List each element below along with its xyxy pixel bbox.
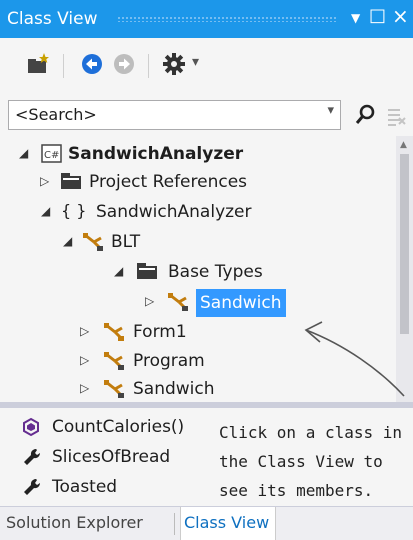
search-input[interactable]: <Search> ▾: [8, 100, 341, 130]
class-icon: [103, 351, 125, 376]
toolbar-separator: [63, 54, 64, 78]
settings-dropdown-icon[interactable]: ▾: [192, 54, 199, 70]
tree-item-sandwich[interactable]: ▷ Sandwich: [0, 376, 395, 402]
toolbar: ▾: [0, 38, 413, 94]
dropdown-icon[interactable]: ▼: [351, 11, 360, 25]
tab-bar: Solution Explorer Class View: [0, 506, 413, 540]
class-icon: [103, 322, 125, 347]
tree-item-sandwichanalyzer-namespace[interactable]: ◢ { } SandwichAnalyzer: [0, 199, 395, 227]
class-view-titlebar: Class View ▼ □ ×: [0, 0, 413, 38]
forward-arrow-icon[interactable]: [112, 52, 136, 80]
tree-item-sandwichanalyzer-project[interactable]: ◢ C# SandwichAnalyzer: [0, 141, 395, 169]
tree-item-label: SandwichAnalyzer: [68, 144, 244, 164]
window-title: Class View: [7, 9, 98, 29]
tree-item-sandwich-base[interactable]: ▷ Sandwich: [0, 289, 395, 317]
expanded-arrow-icon[interactable]: ◢: [41, 204, 50, 218]
search-row: <Search> ▾: [0, 94, 413, 136]
method-icon: [22, 417, 40, 442]
new-folder-icon[interactable]: [26, 52, 50, 80]
class-tree: ◢ C# SandwichAnalyzer ▷ Project Referenc…: [0, 136, 413, 402]
close-icon[interactable]: ×: [392, 4, 409, 28]
expanded-arrow-icon[interactable]: ◢: [63, 234, 72, 248]
annotation-line: the Class View to: [219, 452, 383, 471]
tree-item-label: Program: [133, 351, 205, 371]
back-arrow-icon[interactable]: [80, 52, 104, 80]
tree-item-label: Project References: [89, 172, 248, 192]
annotation-line: see its members.: [219, 481, 374, 500]
tree-item-blt[interactable]: ◢ BLT: [0, 229, 395, 257]
search-input-value: <Search>: [15, 105, 97, 124]
tree-item-program[interactable]: ▷ Program: [0, 348, 395, 376]
class-icon: [82, 232, 104, 257]
tree-item-label-selected: Sandwich: [196, 289, 286, 317]
collapsed-arrow-icon[interactable]: ▷: [145, 294, 154, 308]
class-icon: [167, 292, 189, 317]
svg-text:C#: C#: [44, 150, 59, 161]
property-wrench-icon: [22, 477, 42, 502]
maximize-icon[interactable]: □: [369, 5, 386, 26]
callout-annotation: Click on a class in the Class View to se…: [219, 418, 411, 505]
tree-scrollbar[interactable]: ▲: [396, 136, 413, 402]
member-label: SlicesOfBread: [52, 447, 171, 467]
tab-class-view[interactable]: Class View: [180, 507, 277, 540]
scroll-up-icon[interactable]: ▲: [400, 140, 407, 150]
collapsed-arrow-icon[interactable]: ▷: [80, 353, 89, 367]
expanded-arrow-icon[interactable]: ◢: [19, 146, 28, 160]
tree-item-base-types[interactable]: ◢ Base Types: [0, 259, 395, 287]
tab-solution-explorer[interactable]: Solution Explorer: [6, 513, 143, 532]
tree-item-label: Form1: [133, 322, 187, 342]
property-wrench-icon: [22, 447, 42, 472]
search-icon[interactable]: [355, 104, 375, 130]
search-dropdown-icon[interactable]: ▾: [327, 103, 334, 118]
tree-item-label: Sandwich: [133, 379, 215, 399]
csharp-project-icon: C#: [41, 144, 62, 168]
tree-item-label: Base Types: [168, 262, 263, 282]
gear-icon[interactable]: [162, 52, 186, 80]
member-label: Toasted: [52, 477, 118, 497]
folder-icon: [60, 172, 82, 195]
titlebar-grip[interactable]: [117, 16, 337, 22]
tree-item-label: SandwichAnalyzer: [96, 202, 252, 222]
collapsed-arrow-icon[interactable]: ▷: [40, 174, 49, 188]
tree-item-label: BLT: [111, 232, 141, 252]
collapsed-arrow-icon[interactable]: ▷: [80, 324, 89, 338]
class-icon: [103, 379, 125, 402]
namespace-braces-icon: { }: [61, 201, 87, 220]
expanded-arrow-icon[interactable]: ◢: [114, 264, 123, 278]
annotation-line: Click on a class in: [219, 423, 403, 442]
tree-item-form1[interactable]: ▷ Form1: [0, 319, 395, 347]
tab-divider: [174, 513, 175, 535]
collapsed-arrow-icon[interactable]: ▷: [80, 381, 89, 395]
folder-icon: [136, 262, 158, 285]
tree-item-project-references[interactable]: ▷ Project References: [0, 169, 395, 197]
member-label: CountCalories(): [52, 417, 185, 437]
scroll-thumb[interactable]: [400, 154, 409, 334]
toolbar-separator: [148, 54, 149, 78]
clear-search-icon[interactable]: [386, 106, 406, 130]
